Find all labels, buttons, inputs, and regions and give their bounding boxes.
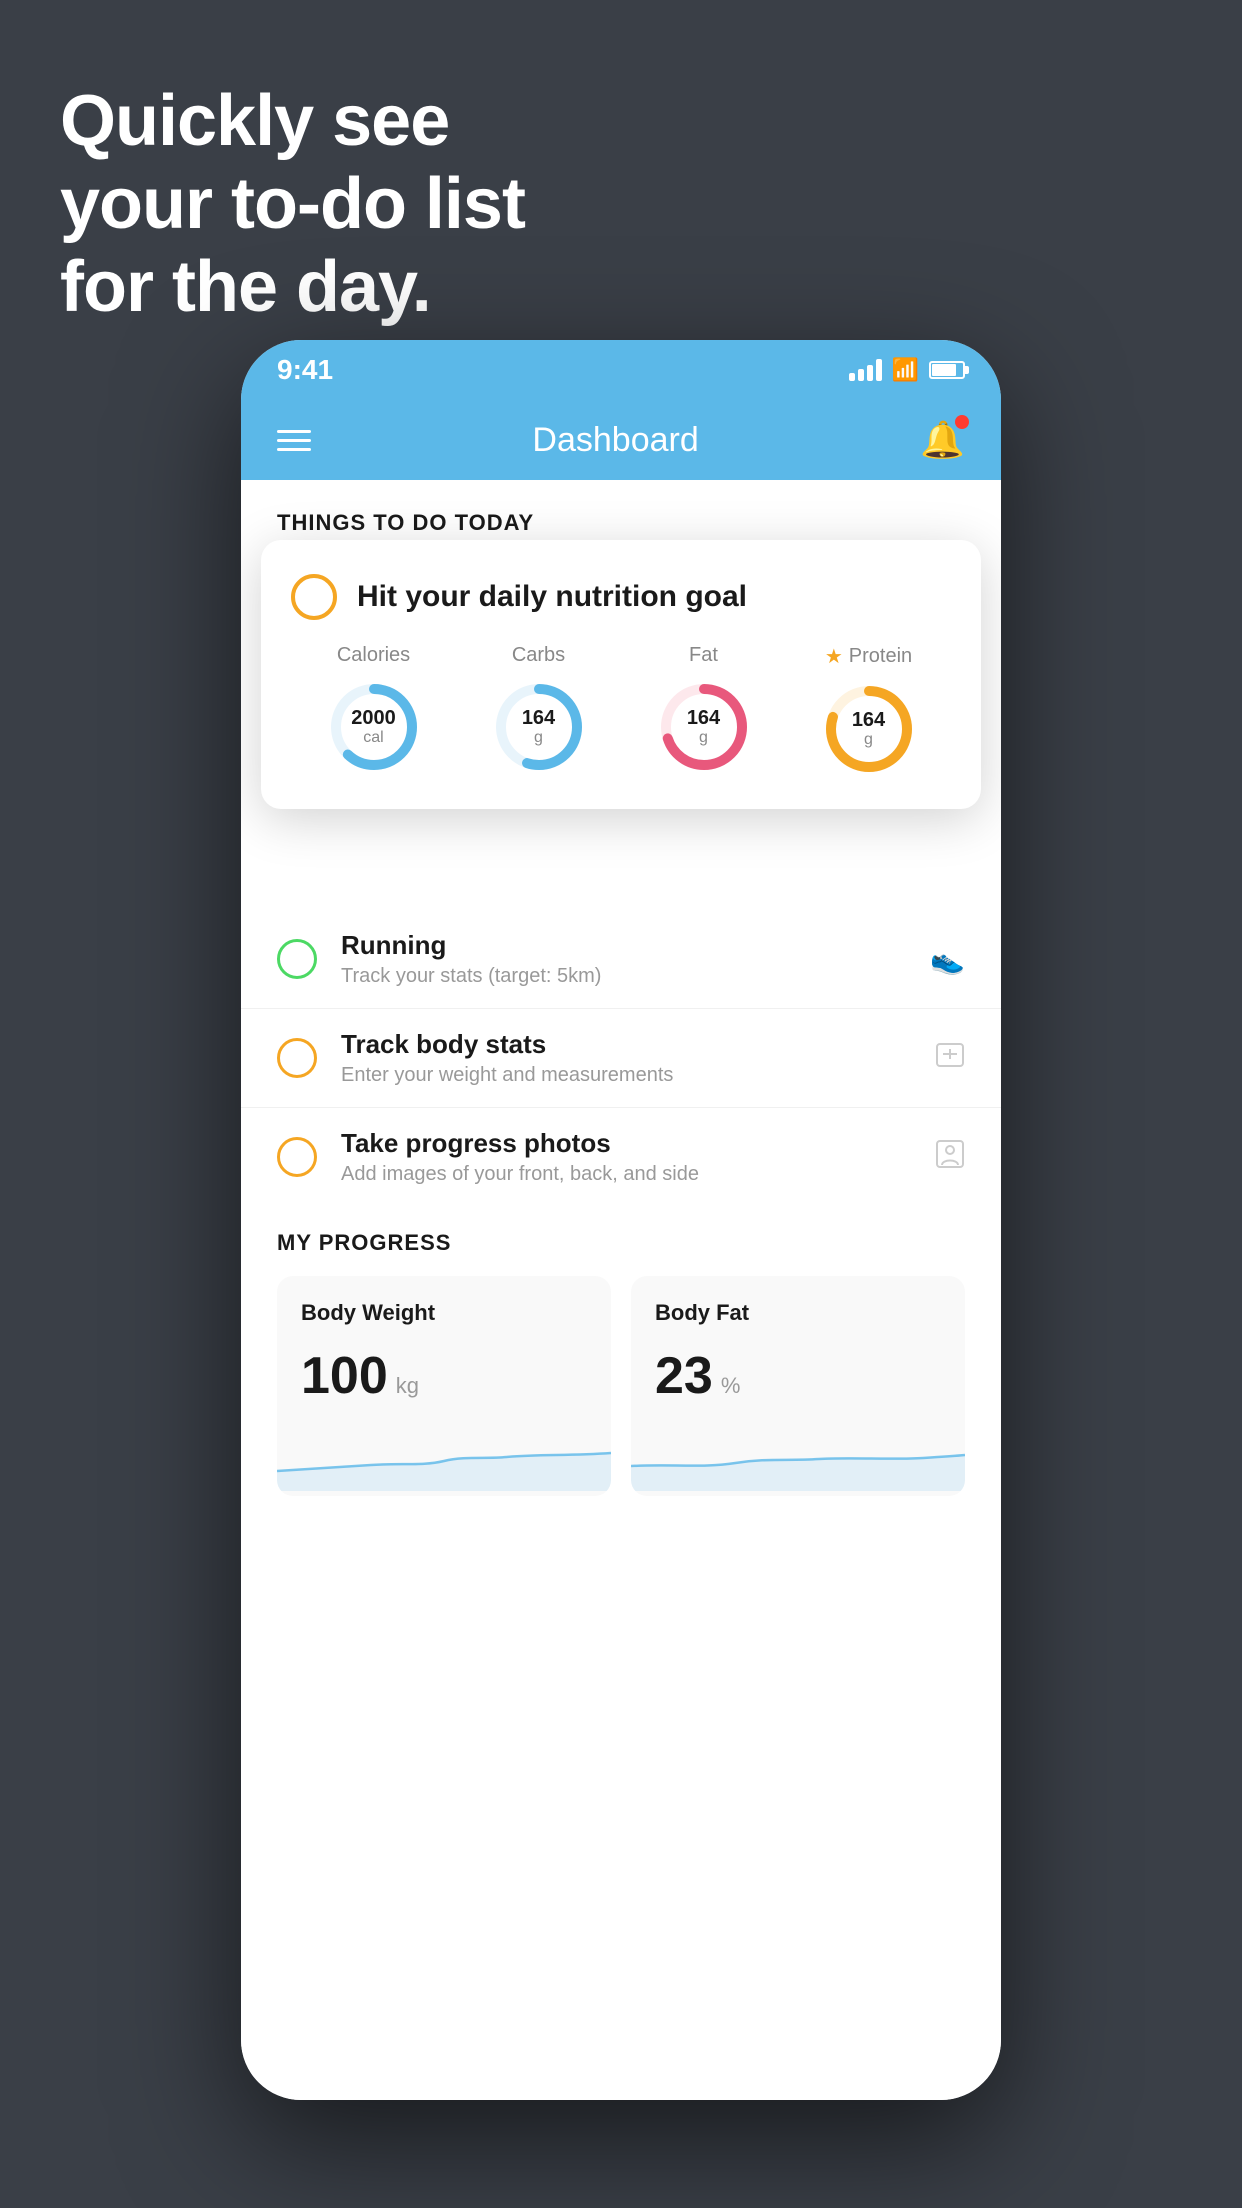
body-weight-value: 100	[301, 1346, 388, 1406]
battery-icon	[929, 361, 965, 379]
phone-mockup: 9:41 📶 Dashboard 🔔 TH	[241, 340, 1001, 2100]
body-fat-value: 23	[655, 1346, 713, 1406]
hero-line3: for the day.	[60, 246, 525, 329]
scale-icon	[935, 1040, 965, 1077]
running-text: Running Track your stats (target: 5km)	[341, 930, 906, 988]
notification-bell[interactable]: 🔔	[920, 419, 965, 461]
my-progress-header: MY PROGRESS	[241, 1200, 1001, 1276]
hero-line1: Quickly see	[60, 80, 525, 163]
nutrition-check-circle	[291, 574, 337, 620]
calories-unit: cal	[351, 729, 396, 747]
progress-section: MY PROGRESS Body Weight 100 kg	[241, 1200, 1001, 1496]
progress-cards: Body Weight 100 kg Body Fat	[241, 1276, 1001, 1496]
photos-text: Take progress photos Add images of your …	[341, 1128, 911, 1186]
main-content: THINGS TO DO TODAY Hit your daily nutrit…	[241, 480, 1001, 2100]
nutrition-circles: Calories 2000 cal Carbs	[291, 644, 951, 779]
running-check-circle	[277, 939, 317, 979]
body-fat-card[interactable]: Body Fat 23 %	[631, 1276, 965, 1496]
body-stats-check-circle	[277, 1038, 317, 1078]
todo-item-body-stats[interactable]: Track body stats Enter your weight and m…	[241, 1009, 1001, 1108]
nutrition-calories: Calories 2000 cal	[324, 644, 424, 777]
hamburger-menu[interactable]	[277, 430, 311, 451]
star-icon: ★	[825, 644, 843, 669]
hero-line2: your to-do list	[60, 163, 525, 246]
carbs-unit: g	[522, 729, 555, 747]
todo-item-photos[interactable]: Take progress photos Add images of your …	[241, 1108, 1001, 1207]
calories-label: Calories	[337, 644, 410, 667]
fat-unit: g	[687, 729, 720, 747]
todo-item-running[interactable]: Running Track your stats (target: 5km) 👟	[241, 910, 1001, 1009]
nutrition-card-title: Hit your daily nutrition goal	[357, 580, 747, 614]
fat-label: Fat	[689, 644, 718, 667]
status-time: 9:41	[277, 354, 333, 386]
status-bar: 9:41 📶	[241, 340, 1001, 400]
body-stats-subtitle: Enter your weight and measurements	[341, 1064, 911, 1087]
running-subtitle: Track your stats (target: 5km)	[341, 965, 906, 988]
body-weight-card[interactable]: Body Weight 100 kg	[277, 1276, 611, 1496]
carbs-value: 164	[522, 707, 555, 729]
fat-value: 164	[687, 707, 720, 729]
protein-unit: g	[852, 731, 885, 749]
protein-label: Protein	[849, 645, 912, 668]
body-fat-sparkline	[631, 1431, 965, 1496]
status-icons: 📶	[849, 357, 965, 383]
carbs-label: Carbs	[512, 644, 565, 667]
calories-value: 2000	[351, 707, 396, 729]
shoe-icon: 👟	[930, 943, 965, 976]
body-weight-unit: kg	[396, 1373, 419, 1399]
body-weight-sparkline	[277, 1431, 611, 1496]
nutrition-fat: Fat 164 g	[654, 644, 754, 777]
nutrition-card[interactable]: Hit your daily nutrition goal Calories 2…	[261, 540, 981, 809]
wifi-icon: 📶	[892, 357, 919, 383]
nav-bar: Dashboard 🔔	[241, 400, 1001, 480]
person-icon	[935, 1139, 965, 1176]
signal-icon	[849, 359, 882, 381]
hero-text: Quickly see your to-do list for the day.	[60, 80, 525, 328]
nutrition-carbs: Carbs 164 g	[489, 644, 589, 777]
body-fat-unit: %	[721, 1373, 741, 1399]
nutrition-protein: ★ Protein 164 g	[819, 644, 919, 779]
todo-list: Running Track your stats (target: 5km) 👟…	[241, 910, 1001, 1207]
protein-value: 164	[852, 709, 885, 731]
body-fat-card-title: Body Fat	[655, 1300, 941, 1326]
body-stats-title: Track body stats	[341, 1029, 911, 1060]
body-weight-card-title: Body Weight	[301, 1300, 587, 1326]
photos-subtitle: Add images of your front, back, and side	[341, 1163, 911, 1186]
running-title: Running	[341, 930, 906, 961]
body-stats-text: Track body stats Enter your weight and m…	[341, 1029, 911, 1087]
nav-title: Dashboard	[532, 421, 698, 460]
photos-check-circle	[277, 1137, 317, 1177]
photos-title: Take progress photos	[341, 1128, 911, 1159]
notification-badge	[955, 415, 969, 429]
